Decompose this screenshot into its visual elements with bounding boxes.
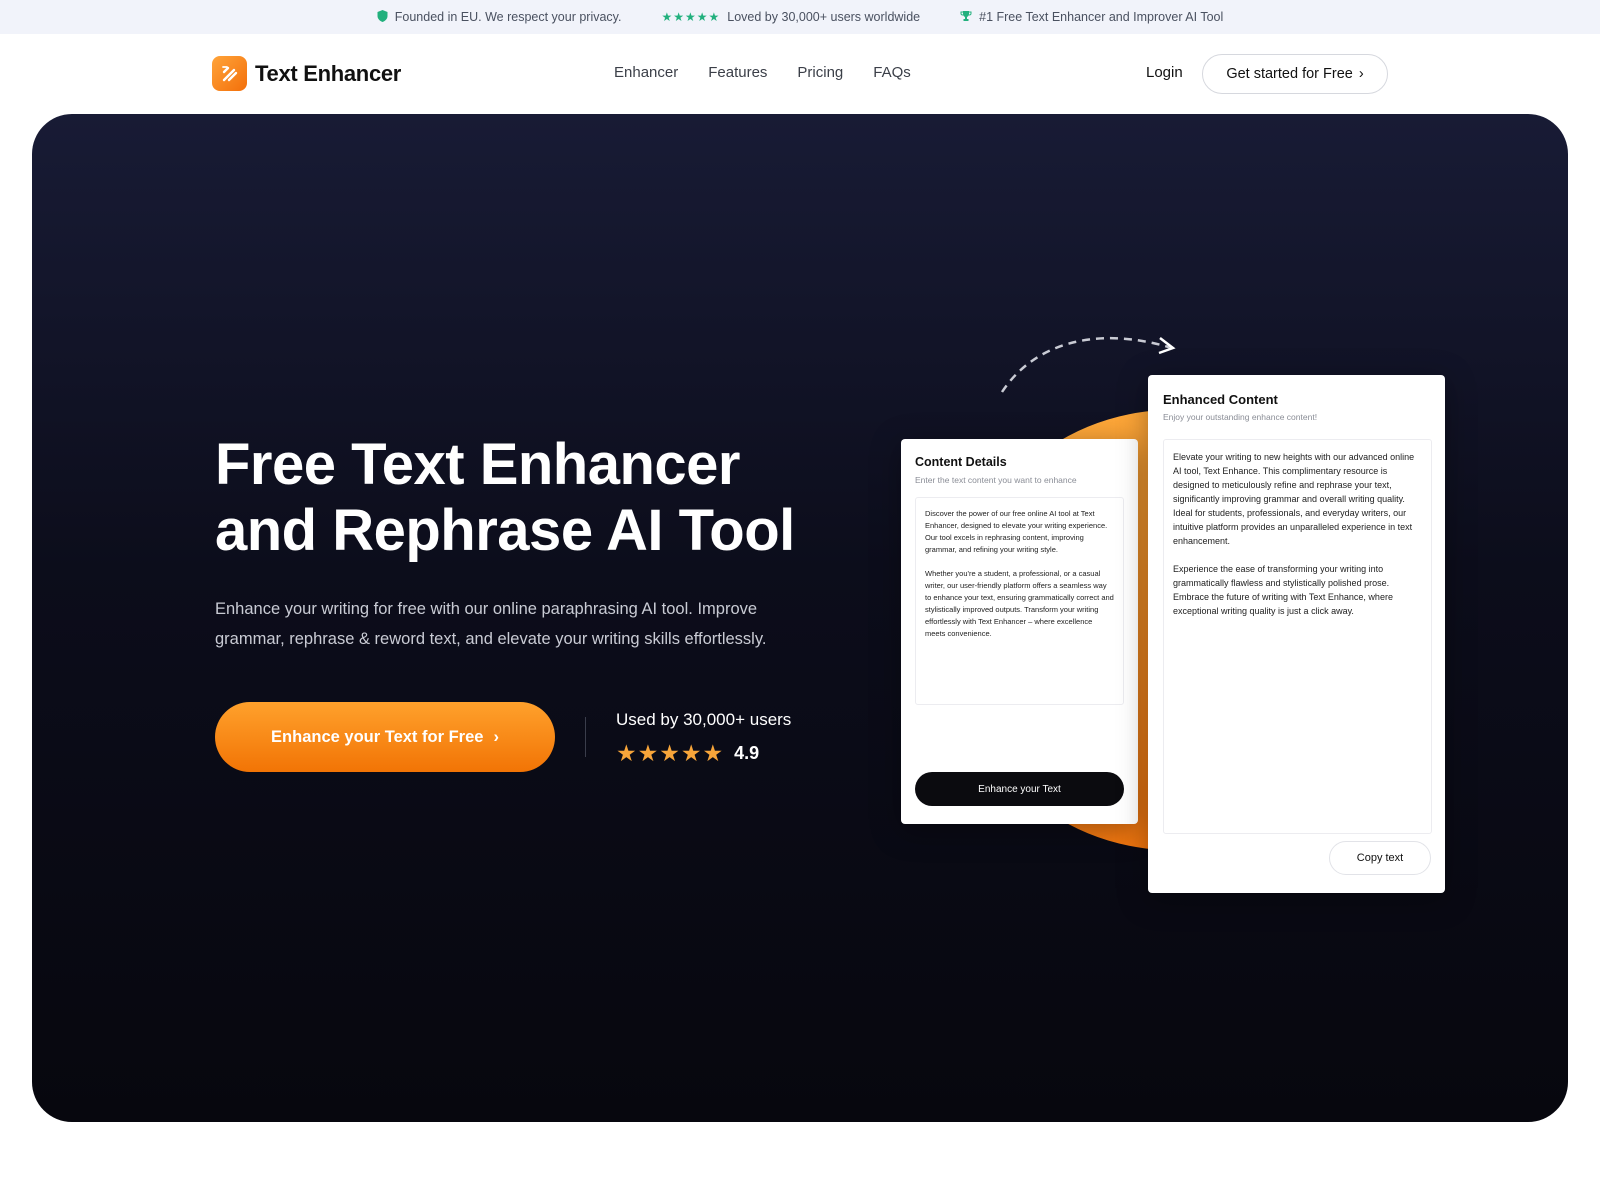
enhanced-content-card: Enhanced Content Enjoy your outstanding …	[1148, 375, 1445, 893]
shield-icon	[377, 10, 388, 24]
content-details-hint: Enter the text content you want to enhan…	[915, 475, 1077, 485]
trophy-icon	[960, 10, 972, 24]
input-paragraph: Discover the power of our free online AI…	[925, 509, 1108, 554]
award-text: #1 Free Text Enhancer and Improver AI To…	[979, 10, 1224, 24]
get-started-button[interactable]: Get started for Free ›	[1202, 54, 1388, 94]
input-paragraph: Whether you're a student, a professional…	[925, 569, 1114, 638]
output-paragraph: Experience the ease of transforming your…	[1173, 564, 1393, 616]
used-by-text: Used by 30,000+ users	[616, 710, 792, 729]
login-link[interactable]: Login	[1146, 64, 1183, 81]
enhanced-content-hint: Enjoy your outstanding enhance content!	[1163, 412, 1318, 422]
rating-score: 4.9	[734, 743, 760, 763]
output-paragraph: Elevate your writing to new heights with…	[1173, 452, 1415, 546]
site-header: Text Enhancer Enhancer Features Pricing …	[0, 34, 1600, 114]
loved-text: Loved by 30,000+ users worldwide	[727, 10, 921, 24]
hero-title: Free Text Enhancer and Rephrase AI Tool	[215, 432, 795, 563]
enhanced-output[interactable]: Elevate your writing to new heights with…	[1163, 439, 1432, 834]
nav-features[interactable]: Features	[708, 64, 767, 81]
enhance-free-button[interactable]: Enhance your Text for Free ›	[215, 702, 555, 772]
chevron-right-icon: ›	[493, 727, 499, 746]
divider	[585, 717, 586, 757]
logo[interactable]: Text Enhancer	[212, 56, 401, 91]
content-details-title: Content Details	[915, 455, 1007, 469]
main-nav: Enhancer Features Pricing FAQs	[614, 64, 911, 81]
chevron-right-icon: ›	[1358, 66, 1364, 82]
rating: ★★★★★ 4.9	[616, 740, 759, 767]
nav-pricing[interactable]: Pricing	[797, 64, 843, 81]
privacy-note: Founded in EU. We respect your privacy.	[377, 10, 622, 24]
loved-note: ★★★★★ Loved by 30,000+ users worldwide	[661, 10, 920, 24]
content-input[interactable]: Discover the power of our free online AI…	[915, 497, 1124, 705]
nav-faqs[interactable]: FAQs	[873, 64, 911, 81]
enhanced-content-title: Enhanced Content	[1163, 392, 1278, 407]
logo-pen-icon	[212, 56, 247, 91]
privacy-text: Founded in EU. We respect your privacy.	[394, 10, 622, 24]
content-details-card: Content Details Enter the text content y…	[901, 439, 1138, 824]
get-started-label: Get started for Free	[1226, 66, 1353, 82]
copy-text-button[interactable]: Copy text	[1329, 841, 1431, 875]
star-icons: ★★★★★	[616, 740, 725, 766]
enhance-free-label: Enhance your Text for Free	[271, 727, 484, 746]
logo-text: Text Enhancer	[255, 60, 402, 86]
hero-subtitle: Enhance your writing for free with our o…	[215, 600, 767, 648]
nav-enhancer[interactable]: Enhancer	[614, 64, 678, 81]
award-note: #1 Free Text Enhancer and Improver AI To…	[960, 10, 1223, 24]
star-icons: ★★★★★	[661, 10, 721, 24]
hero-section: Free Text Enhancer and Rephrase AI Tool …	[32, 114, 1568, 1122]
announcement-bar: Founded in EU. We respect your privacy. …	[0, 0, 1600, 34]
enhance-text-button[interactable]: Enhance your Text	[915, 772, 1124, 806]
